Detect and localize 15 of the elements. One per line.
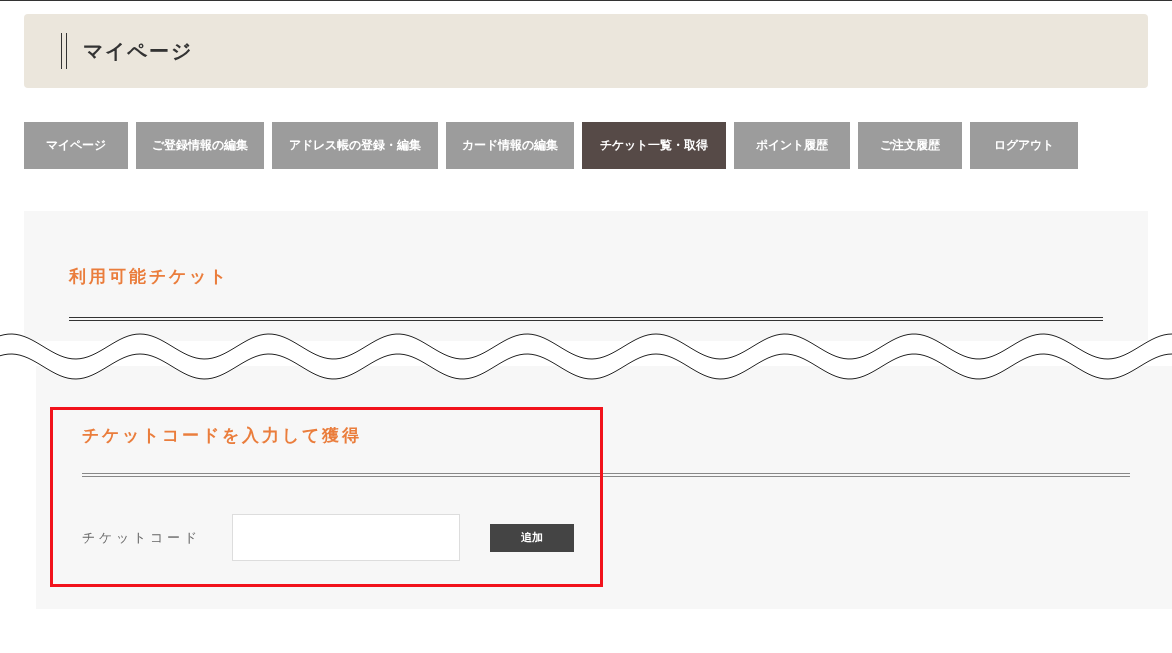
nav-tab[interactable]: カード情報の編集	[446, 122, 574, 169]
nav-tab[interactable]: ログアウト	[970, 122, 1078, 169]
nav-tab[interactable]: マイページ	[24, 122, 128, 169]
ticket-code-field[interactable]	[232, 514, 460, 561]
section-heading: 利用可能チケット	[69, 265, 230, 288]
nav-tab[interactable]: アドレス帳の登録・編集	[272, 122, 438, 169]
nav-tab[interactable]: ご注文履歴	[858, 122, 962, 169]
page-title: マイページ	[83, 37, 193, 65]
nav-tab[interactable]: ポイント履歴	[734, 122, 850, 169]
nav-tab[interactable]: チケット一覧・取得	[582, 122, 726, 169]
nav-tab[interactable]: ご登録情報の編集	[136, 122, 264, 169]
field-label: チケットコード	[82, 528, 202, 547]
section-heading: チケットコードを入力して獲得	[82, 424, 363, 447]
add-button[interactable]: 追加	[490, 523, 574, 552]
double-bar-icon	[61, 33, 67, 69]
